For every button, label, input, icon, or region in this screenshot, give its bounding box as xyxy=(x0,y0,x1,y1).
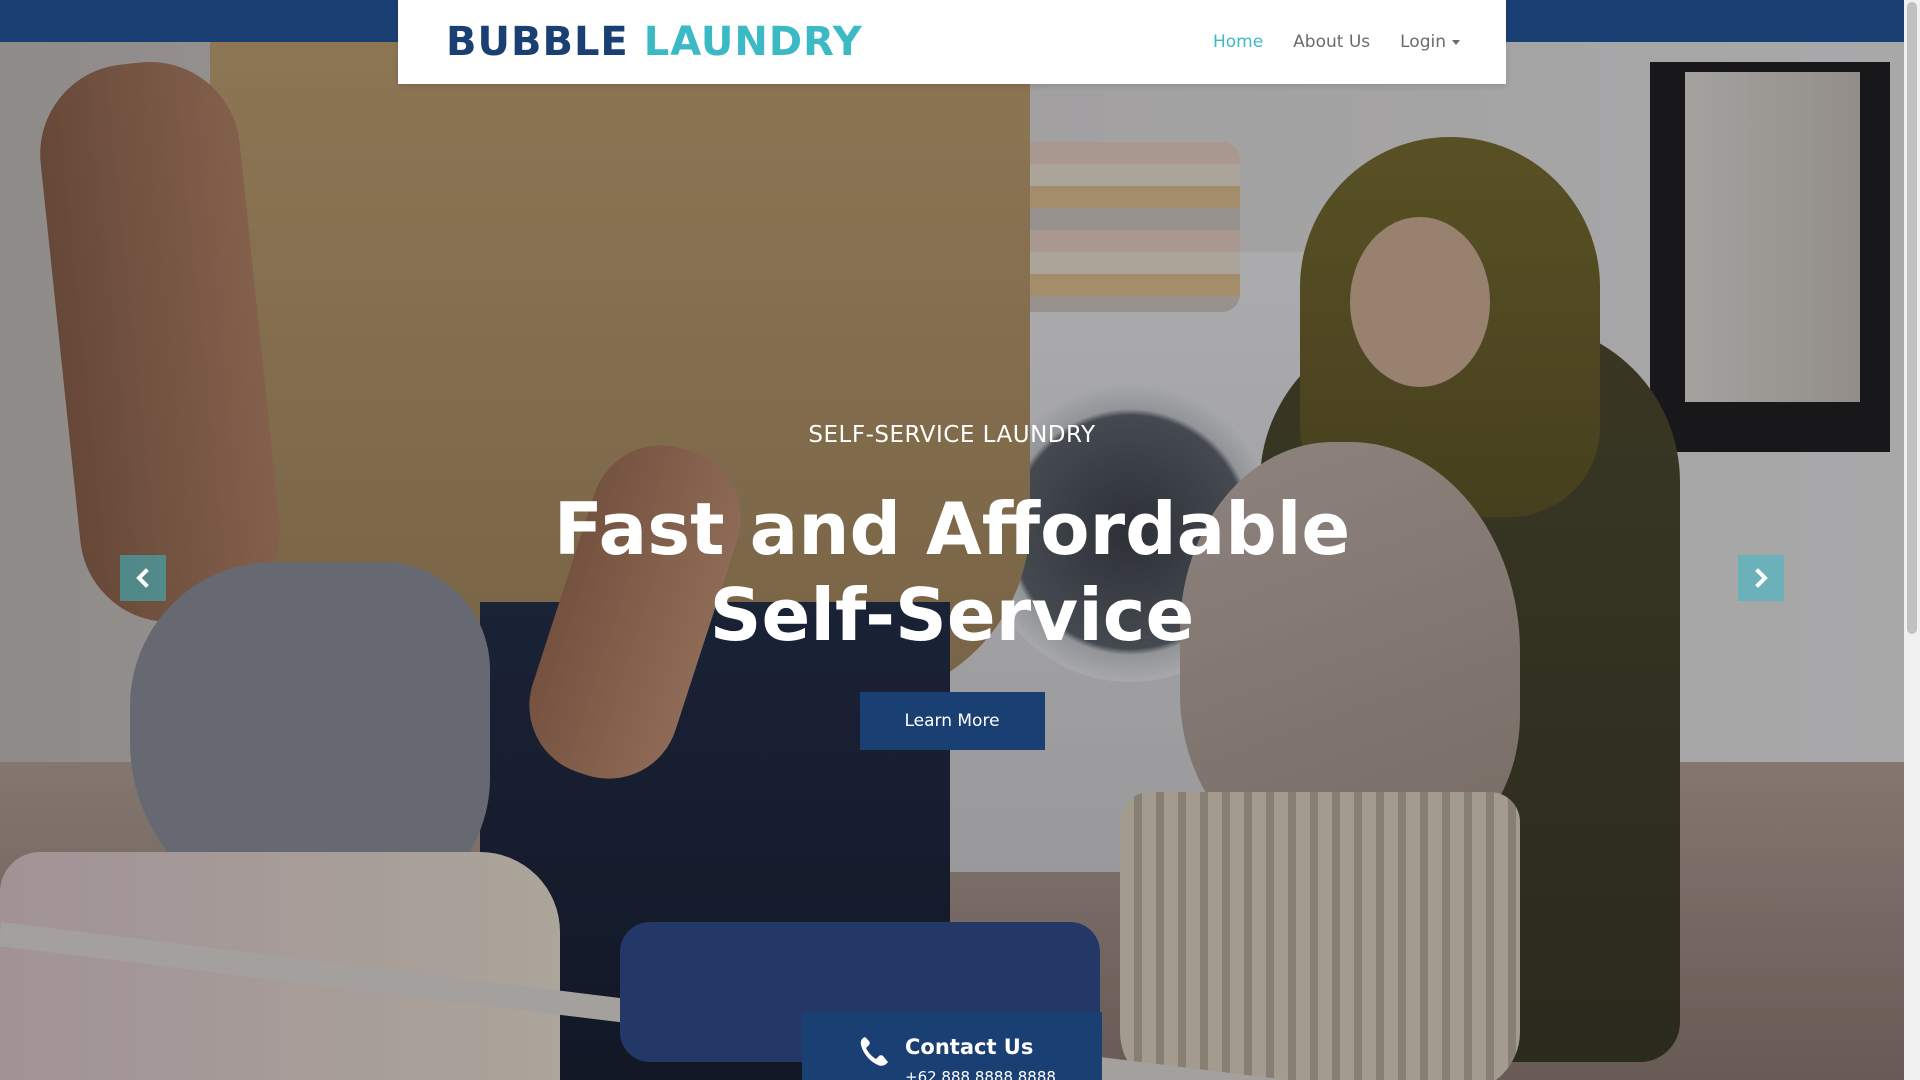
nav-about-us[interactable]: About Us xyxy=(1293,28,1370,56)
hero-content: SELF-SERVICE LAUNDRY Fast and Affordable… xyxy=(0,418,1904,750)
nav-login-label: Login xyxy=(1400,32,1446,52)
hero-subtitle: SELF-SERVICE LAUNDRY xyxy=(808,422,1096,448)
brand-part2: LAUNDRY xyxy=(643,19,863,65)
hero-headline-line2: Self-Service xyxy=(709,573,1195,657)
learn-more-button[interactable]: Learn More xyxy=(859,692,1045,750)
phone-icon xyxy=(860,1037,888,1066)
scrollbar-thumb[interactable] xyxy=(1907,2,1917,634)
navbar: BUBBLE LAUNDRY Home About Us Login xyxy=(398,0,1506,84)
chevron-right-icon xyxy=(1755,568,1768,588)
hero-headline: Fast and Affordable Self-Service xyxy=(0,486,1904,658)
contact-box[interactable]: Contact Us +62 888 8888 8888 xyxy=(802,1012,1102,1080)
page: BUBBLE LAUNDRY Home About Us Login SELF-… xyxy=(0,0,1920,1080)
vertical-scrollbar[interactable] xyxy=(1904,0,1920,1080)
nav-login-dropdown[interactable]: Login xyxy=(1400,28,1460,56)
contact-phone[interactable]: +62 888 8888 8888 xyxy=(905,1066,1056,1080)
hero-headline-line1: Fast and Affordable xyxy=(553,487,1351,571)
carousel-prev-button[interactable] xyxy=(120,555,166,601)
chevron-left-icon xyxy=(136,568,149,588)
caret-down-icon xyxy=(1452,39,1460,45)
nav-home[interactable]: Home xyxy=(1213,28,1263,56)
contact-title: Contact Us xyxy=(905,1035,1034,1059)
brand-part1: BUBBLE xyxy=(446,19,629,65)
nav-links: Home About Us Login xyxy=(1213,28,1460,56)
brand-logo[interactable]: BUBBLE LAUNDRY xyxy=(446,18,863,66)
carousel-next-button[interactable] xyxy=(1738,555,1784,601)
